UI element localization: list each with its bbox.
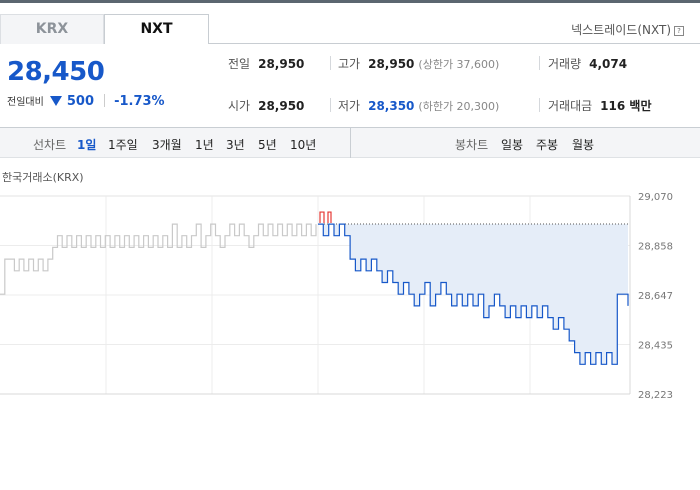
candle-monthly[interactable]: 월봉 (572, 136, 594, 153)
market-tabs: KRX NXT 넥스트레이드(NXT)? (0, 3, 700, 44)
period-1d[interactable]: 1일 (77, 136, 96, 153)
period-5y[interactable]: 5년 (258, 136, 277, 153)
stat-label: 거래대금 (548, 99, 593, 113)
tab-krx[interactable]: KRX (0, 14, 104, 44)
stat-amount: 거래대금 116 백만 (548, 97, 651, 114)
change-percent: -1.73% (114, 94, 165, 109)
y-tick-label: 29,070 (638, 192, 673, 203)
divider (539, 56, 540, 70)
stat-low: 저가 28,350 (하한가 20,300) (338, 97, 499, 114)
divider (539, 98, 540, 112)
change-label: 전일대비 (7, 97, 44, 108)
line-chart-label: 선차트 (33, 138, 67, 152)
krx-price-line (0, 223, 317, 295)
divider (330, 56, 331, 70)
stat-value: 28,950 (368, 57, 415, 71)
chart-ticks: 29,070 28,858 28,647 28,435 28,223 (638, 192, 673, 400)
stat-prev-close: 전일 28,950 (228, 55, 304, 72)
tab-nxt[interactable]: NXT (104, 14, 209, 44)
period-1y[interactable]: 1년 (195, 136, 214, 153)
upper-limit: (상한가 37,600) (418, 58, 500, 71)
stat-label: 시가 (228, 99, 251, 113)
divider (330, 98, 331, 112)
stat-value: 28,950 (258, 57, 305, 71)
candle-chart-label: 봉차트 (455, 138, 489, 152)
candle-daily[interactable]: 일봉 (501, 136, 523, 153)
divider (103, 94, 105, 107)
lower-limit: (하한가 20,300) (418, 100, 500, 113)
stat-label: 거래량 (548, 57, 582, 71)
nxt-uptick-line (319, 211, 332, 224)
change-amount: 500 (66, 94, 95, 109)
price-chart[interactable]: 29,070 28,858 28,647 28,435 28,223 (0, 186, 700, 400)
help-icon[interactable]: ? (674, 26, 684, 36)
nxt-link-label: 넥스트레이드(NXT) (571, 23, 671, 37)
down-triangle-icon (50, 96, 63, 106)
y-tick-label: 28,223 (638, 390, 673, 400)
chart-source: 한국거래소(KRX) (2, 171, 84, 184)
tab-underline (209, 43, 700, 44)
period-3y[interactable]: 3년 (226, 136, 245, 153)
candle-weekly[interactable]: 주봉 (536, 136, 558, 153)
current-price: 28,450 (7, 57, 105, 87)
nxt-info-link[interactable]: 넥스트레이드(NXT)? (571, 21, 684, 38)
divider (350, 128, 351, 158)
y-tick-label: 28,647 (638, 291, 673, 302)
stat-open: 시가 28,950 (228, 97, 304, 114)
stat-label: 전일 (228, 57, 251, 71)
stat-label: 저가 (338, 99, 361, 113)
period-10y[interactable]: 10년 (290, 136, 316, 153)
stat-value: 116 백만 (600, 99, 652, 113)
stat-volume: 거래량 4,074 (548, 55, 627, 72)
stat-high: 고가 28,950 (상한가 37,600) (338, 55, 499, 72)
chart-controls: 선차트 1일 1주일 3개월 1년 3년 5년 10년 봉차트 일봉 주봉 월봉 (0, 127, 700, 158)
price-change: 전일대비 500 -1.73% (7, 93, 165, 109)
period-3m[interactable]: 3개월 (152, 136, 182, 153)
y-tick-label: 28,858 (638, 242, 673, 253)
stat-label: 고가 (338, 57, 361, 71)
y-tick-label: 28,435 (638, 341, 673, 352)
stat-value: 28,350 (368, 99, 415, 113)
stat-value: 28,950 (258, 99, 305, 113)
stat-value: 4,074 (589, 57, 628, 71)
period-1w[interactable]: 1주일 (108, 136, 138, 153)
